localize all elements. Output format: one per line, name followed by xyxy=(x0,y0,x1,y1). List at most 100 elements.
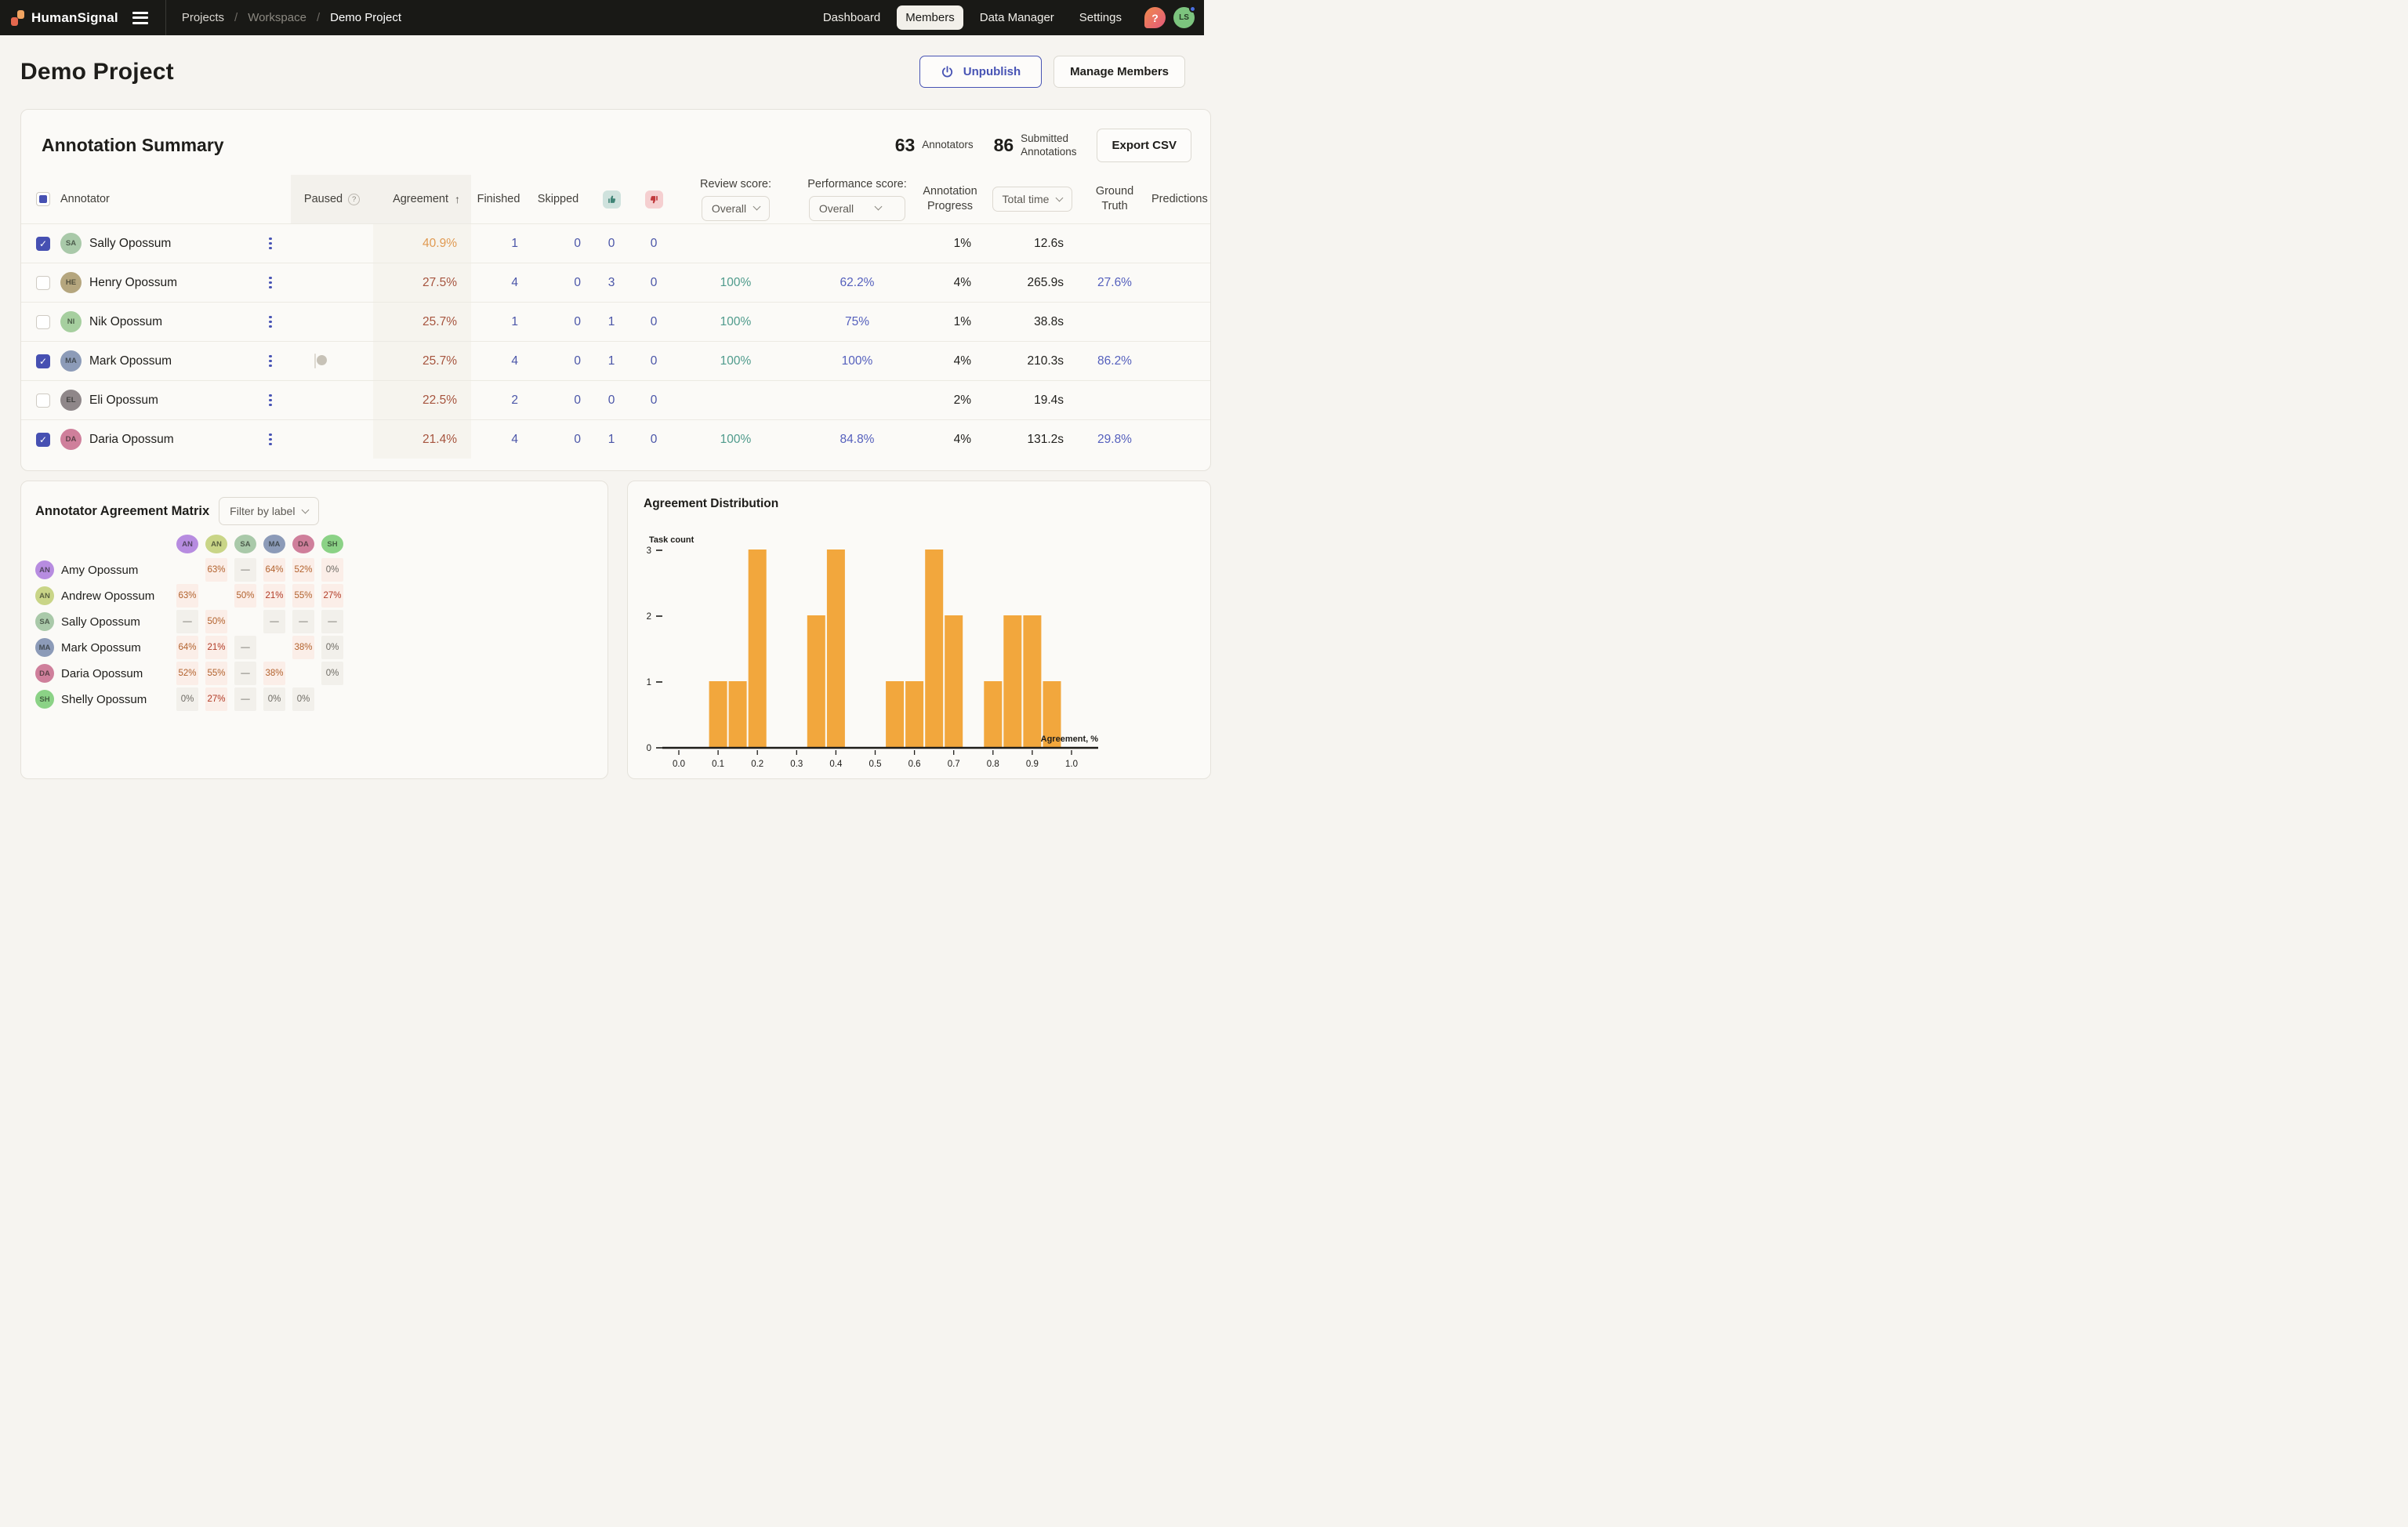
matrix-cell: 63% xyxy=(176,584,198,608)
export-csv-button[interactable]: Export CSV xyxy=(1097,129,1191,162)
brand[interactable]: HumanSignal xyxy=(0,10,132,26)
matrix-cell: 0% xyxy=(176,687,198,711)
finished-value: 4 xyxy=(471,433,526,447)
matrix-cell xyxy=(205,584,227,608)
row-checkbox[interactable]: ✓ xyxy=(36,433,50,447)
thumbs-up-count: 1 xyxy=(590,433,633,447)
skipped-value: 0 xyxy=(526,394,590,408)
agreement-value: 25.7% xyxy=(373,342,471,380)
thumbs-up-count: 0 xyxy=(590,237,633,251)
distribution-bar xyxy=(749,550,767,747)
matrix-cell: 0% xyxy=(321,662,343,685)
thumbs-down-column-icon xyxy=(645,190,663,209)
matrix-column-avatar: AN xyxy=(205,535,227,553)
performance-score-value: 75% xyxy=(796,315,918,329)
matrix-row-name: Andrew Opossum xyxy=(61,589,154,603)
matrix-cell: 21% xyxy=(263,584,285,608)
chevron-down-icon xyxy=(302,506,310,513)
submitted-annotations-stat: 86 SubmittedAnnotations xyxy=(994,132,1077,159)
annotators-table: Annotator Paused? Agreement↑ Finished Sk… xyxy=(21,175,1210,459)
annotation-progress-value: 1% xyxy=(918,315,982,329)
paused-toggle[interactable] xyxy=(314,354,316,368)
hamburger-menu-icon[interactable] xyxy=(132,12,148,24)
distribution-bar xyxy=(905,681,923,747)
total-time-value: 19.4s xyxy=(982,394,1083,408)
matrix-column-avatar: DA xyxy=(292,535,314,553)
annotation-progress-value: 1% xyxy=(918,237,982,251)
matrix-cell: — xyxy=(234,558,256,582)
nav-link-data-manager[interactable]: Data Manager xyxy=(971,5,1063,30)
col-header-finished: Finished xyxy=(471,193,526,205)
col-header-agreement[interactable]: Agreement↑ xyxy=(373,175,471,223)
annotation-progress-value: 4% xyxy=(918,354,982,368)
chart-title: Agreement Distribution xyxy=(628,481,1210,511)
ground-truth-value: 86.2% xyxy=(1083,354,1147,368)
col-header-annotator: Annotator xyxy=(56,193,250,205)
matrix-row: ANAndrew Opossum63%50%21%55%27% xyxy=(35,584,607,608)
row-checkbox[interactable]: ✓ xyxy=(36,237,50,251)
row-menu-button[interactable] xyxy=(263,433,277,446)
row-menu-button[interactable] xyxy=(263,394,277,407)
unpublish-label: Unpublish xyxy=(963,65,1021,78)
thumbs-up-count: 3 xyxy=(590,276,633,290)
select-all-checkbox[interactable] xyxy=(36,192,50,206)
table-row: NINik Opossum25.7%1010100%75%1%38.8s xyxy=(21,302,1210,341)
breadcrumb-current: Demo Project xyxy=(330,11,401,24)
performance-score-dropdown[interactable]: Overall xyxy=(809,196,905,221)
annotator-name: Nik Opossum xyxy=(89,315,162,329)
matrix-row: MAMark Opossum64%21%—38%0% xyxy=(35,636,607,659)
matrix-row-name: Mark Opossum xyxy=(61,641,141,655)
table-row: ✓SASally Opossum40.9%10001%12.6s xyxy=(21,223,1210,263)
row-checkbox[interactable] xyxy=(36,394,50,408)
svg-text:Task count: Task count xyxy=(649,535,694,545)
matrix-cell: 27% xyxy=(321,584,343,608)
annotator-name: Mark Opossum xyxy=(89,354,172,368)
svg-text:0.8: 0.8 xyxy=(987,760,999,769)
breadcrumb-workspace[interactable]: Workspace xyxy=(248,11,306,24)
matrix-cell: — xyxy=(176,610,198,633)
matrix-column-avatar: SH xyxy=(321,535,343,553)
nav-link-dashboard[interactable]: Dashboard xyxy=(814,5,889,30)
row-checkbox[interactable] xyxy=(36,315,50,329)
row-menu-button[interactable] xyxy=(263,355,277,368)
row-checkbox[interactable] xyxy=(36,276,50,290)
nav-link-members[interactable]: Members xyxy=(897,5,963,30)
matrix-cell: 50% xyxy=(205,610,227,633)
svg-text:Agreement, %: Agreement, % xyxy=(1041,734,1099,744)
performance-score-value: 62.2% xyxy=(796,276,918,290)
user-avatar[interactable]: LS xyxy=(1173,7,1195,28)
svg-text:0.1: 0.1 xyxy=(712,760,724,769)
agreement-distribution-chart: 0.00.10.20.30.40.50.60.70.80.91.00123Tas… xyxy=(628,481,1212,780)
total-time-dropdown[interactable]: Total time xyxy=(992,187,1073,212)
unpublish-button[interactable]: Unpublish xyxy=(919,56,1042,88)
humansignal-logo-icon xyxy=(11,10,25,26)
col-header-performance-score: Performance score: Overall xyxy=(801,178,913,221)
annotators-label: Annotators xyxy=(922,139,973,152)
annotator-name: Henry Opossum xyxy=(89,276,177,290)
matrix-cell: 55% xyxy=(292,584,314,608)
breadcrumb-projects[interactable]: Projects xyxy=(182,11,224,24)
skipped-value: 0 xyxy=(526,276,590,290)
table-body: ✓SASally Opossum40.9%10001%12.6sHEHenry … xyxy=(21,223,1210,459)
row-checkbox[interactable]: ✓ xyxy=(36,354,50,368)
help-icon[interactable]: ? xyxy=(1144,7,1166,28)
total-time-value: 210.3s xyxy=(982,354,1083,368)
nav-link-settings[interactable]: Settings xyxy=(1071,5,1130,30)
row-menu-button[interactable] xyxy=(263,238,277,250)
agreement-value: 21.4% xyxy=(373,420,471,459)
agreement-value: 40.9% xyxy=(373,224,471,263)
matrix-cell: — xyxy=(263,610,285,633)
paused-help-icon[interactable]: ? xyxy=(348,194,360,205)
thumbs-up-count: 1 xyxy=(590,354,633,368)
review-score-dropdown[interactable]: Overall xyxy=(702,196,770,221)
row-menu-button[interactable] xyxy=(263,316,277,328)
thumbs-down-count: 0 xyxy=(633,237,675,251)
manage-members-button[interactable]: Manage Members xyxy=(1054,56,1185,88)
chevron-down-icon xyxy=(753,203,761,211)
row-menu-button[interactable] xyxy=(263,277,277,289)
matrix-row-name: Sally Opossum xyxy=(61,615,140,629)
export-csv-label: Export CSV xyxy=(1112,139,1177,152)
table-row: ELEli Opossum22.5%20002%19.4s xyxy=(21,380,1210,419)
filter-by-label-dropdown[interactable]: Filter by label xyxy=(219,497,319,525)
total-time-value: 12.6s xyxy=(982,237,1083,251)
